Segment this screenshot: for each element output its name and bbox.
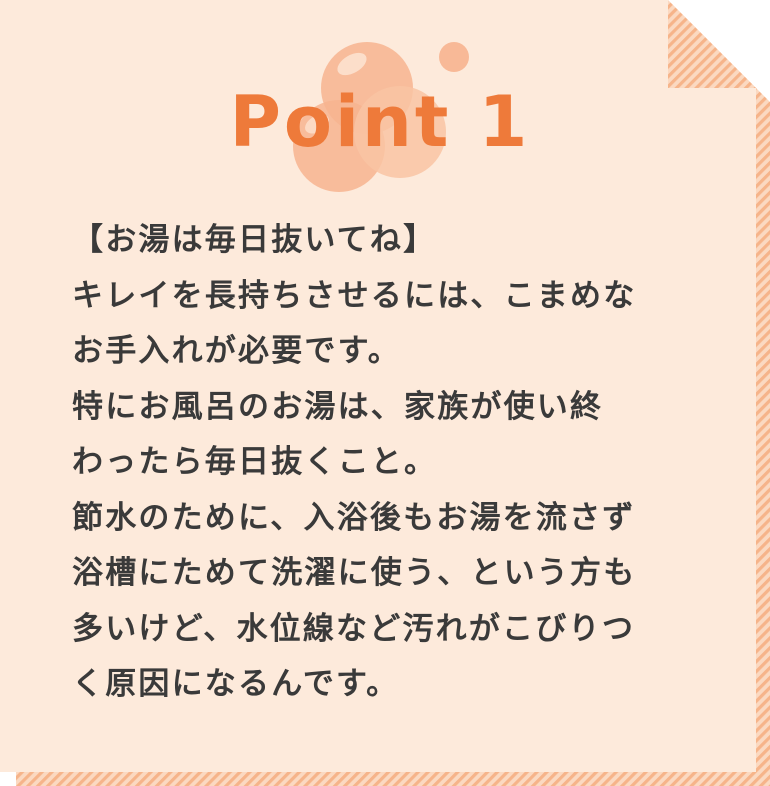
body-line-4: 特にお風呂のお湯は、家族が使い終 (72, 388, 604, 425)
card-title: Point 1 (229, 81, 531, 163)
folded-corner (668, 0, 756, 88)
body-line-5: わったら毎日抜くこと。 (72, 444, 438, 480)
body-line-1: 【お湯は毎日抜いてね】 (72, 222, 437, 258)
body-line-2: キレイを長持ちさせるには、こまめな (72, 277, 637, 314)
body-line-3: お手入れが必要です。 (72, 333, 401, 369)
point-card: Point 1 【お湯は毎日抜いてね】 キレイを長持ちさせるには、こまめな お手… (0, 0, 770, 786)
body-line-6: 節水のために、入浴後もお湯を流さず (72, 499, 636, 536)
body-line-7: 浴槽にためて洗濯に使う、という方も (72, 555, 637, 591)
body-line-9: く原因になるんです。 (72, 666, 400, 702)
card-body: 【お湯は毎日抜いてね】 キレイを長持ちさせるには、こまめな お手入れが必要です。… (72, 213, 712, 713)
body-line-8: 多いけど、水位線など汚れがこびりつ (72, 610, 636, 647)
